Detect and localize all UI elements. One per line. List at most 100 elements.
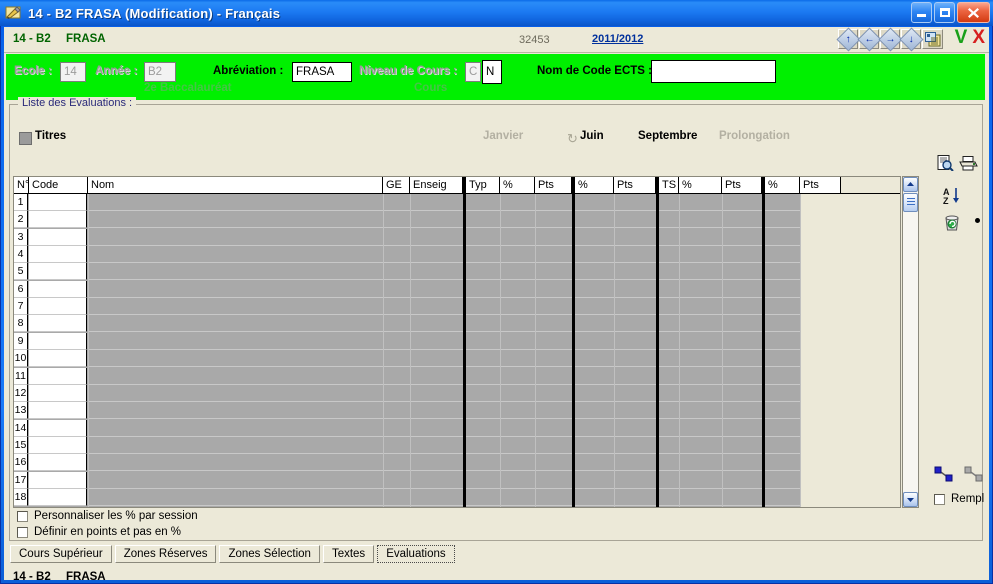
school-year-link[interactable]: 2011/2012 (592, 33, 643, 45)
grid-cell-code[interactable] (29, 281, 87, 298)
abreviation-input[interactable] (292, 62, 352, 82)
grid-column-header-5[interactable]: Typ (463, 177, 500, 193)
grid-column-header-0[interactable]: N° (14, 177, 29, 193)
definir-checkbox[interactable] (17, 526, 28, 538)
scrollbar-thumb[interactable] (903, 193, 918, 212)
annee-input[interactable] (144, 62, 176, 82)
cancel-button[interactable]: X (972, 28, 985, 47)
grid-row-number[interactable]: 13 (14, 402, 28, 419)
grid-column-header-9[interactable]: Pts (614, 177, 656, 193)
grid-row-number[interactable]: 5 (14, 263, 28, 280)
grid-cell-code[interactable] (29, 350, 87, 367)
tab-cours-sup-rieur[interactable]: Cours Supérieur (10, 545, 112, 563)
grid-cell-code[interactable] (29, 211, 87, 228)
personnaliser-checkbox-row[interactable]: Personnaliser les % par session (17, 510, 198, 522)
sort-az-icon[interactable]: A Z (943, 186, 965, 209)
minimize-button[interactable] (911, 2, 932, 23)
definir-checkbox-row[interactable]: Définir en points et pas en % (17, 526, 181, 538)
grid-cell-code[interactable] (29, 194, 87, 211)
grid-column-header-11[interactable]: % (679, 177, 722, 193)
maximize-button[interactable] (934, 2, 955, 23)
grid-cell-code[interactable] (29, 246, 87, 263)
grid-vertical-scrollbar[interactable] (902, 176, 919, 508)
grid-row-number[interactable]: 15 (14, 437, 28, 454)
grid-cell-code[interactable] (29, 315, 87, 332)
grid-column-header-3[interactable]: GE (383, 177, 410, 193)
niveau-type-input[interactable] (482, 60, 502, 84)
rempl-checkbox-row[interactable]: Rempl (934, 493, 984, 505)
grid-row-number[interactable]: 8 (14, 315, 28, 332)
ects-input[interactable] (651, 60, 776, 83)
print-icon[interactable] (959, 156, 978, 174)
delete-trash-icon[interactable] (943, 214, 962, 235)
tab-zones-r-serves[interactable]: Zones Réserves (114, 545, 217, 563)
next-record-button[interactable]: → (877, 27, 903, 52)
grid-row-number[interactable]: 17 (14, 472, 28, 489)
grid-cell-code[interactable] (29, 454, 87, 471)
confirm-button[interactable]: V (955, 28, 968, 47)
grid-column-header-1[interactable]: Code (29, 177, 88, 193)
grid-cell-code[interactable] (29, 298, 87, 315)
grid-column-header-14[interactable]: Pts (800, 177, 841, 193)
grid-row-number[interactable]: 14 (14, 420, 28, 437)
previous-record-button[interactable]: ← (856, 27, 882, 52)
grid-row-number[interactable]: 4 (14, 246, 28, 263)
rempl-checkbox[interactable] (934, 493, 945, 505)
grid-cell-code[interactable] (29, 333, 87, 350)
grid-cell-code[interactable] (29, 489, 87, 506)
grid-row-number[interactable]: 12 (14, 385, 28, 402)
grid-column-header-8[interactable]: % (572, 177, 614, 193)
tab-bar[interactable]: Cours Supérieur Zones Réserves Zones Sélec… (10, 545, 458, 563)
grid-row-number[interactable]: 9 (14, 333, 28, 350)
column-group-juin[interactable]: Juin (580, 130, 604, 142)
grid-column-header-12[interactable]: Pts (722, 177, 762, 193)
grid-cell-code[interactable] (29, 472, 87, 489)
record-card-button[interactable] (922, 29, 943, 49)
last-record-button[interactable]: ↓ (898, 27, 924, 52)
grid-cell-code[interactable] (29, 385, 87, 402)
niveau-code-input[interactable] (465, 62, 481, 82)
title-bar[interactable]: 14 - B2 FRASA (Modification) - Français (0, 0, 993, 26)
scroll-down-button[interactable] (903, 492, 918, 507)
grid-row-number[interactable]: 3 (14, 229, 28, 246)
evaluations-grid[interactable]: N° Code Nom GE Enseig Typ% Pts% Pts TS% Pts% Pts 1… (13, 176, 901, 508)
grid-column-header-13[interactable]: % (762, 177, 800, 193)
personnaliser-checkbox[interactable] (17, 510, 28, 522)
link-inactive-icon[interactable] (964, 465, 984, 486)
grid-row-number[interactable]: 11 (14, 368, 28, 385)
grid-cell-code[interactable] (29, 263, 87, 280)
ecole-input[interactable] (60, 62, 86, 82)
grid-row-number[interactable]: 18 (14, 489, 28, 506)
close-button[interactable] (957, 2, 990, 23)
grid-cell-code[interactable] (29, 402, 87, 419)
column-group-titres[interactable]: Titres (35, 130, 66, 142)
grid-row-number[interactable]: 6 (14, 281, 28, 298)
column-group-prolongation[interactable]: Prolongation (719, 130, 790, 142)
print-preview-icon[interactable] (937, 155, 954, 174)
scroll-up-button[interactable] (903, 177, 918, 192)
refresh-icon[interactable]: ↻ (567, 131, 578, 147)
tab-zones-s-lection[interactable]: Zones Sélection (219, 545, 320, 563)
grid-row-number[interactable]: 1 (14, 194, 28, 211)
link-active-icon[interactable] (934, 465, 954, 486)
grid-cell-code[interactable] (29, 229, 87, 246)
column-group-janvier[interactable]: Janvier (483, 130, 523, 142)
grid-column-header-10[interactable]: TS (656, 177, 679, 193)
grid-column-header-4[interactable]: Enseig (410, 177, 463, 193)
grid-row-number[interactable]: 2 (14, 211, 28, 228)
grid-row-number[interactable]: 16 (14, 454, 28, 471)
tab-evaluations[interactable]: Evaluations (377, 545, 455, 563)
grid-column-header-6[interactable]: % (500, 177, 535, 193)
grid-cell-code[interactable] (29, 420, 87, 437)
grid-row-divider (88, 245, 801, 246)
tab-textes[interactable]: Textes (322, 545, 375, 563)
column-group-septembre[interactable]: Septembre (638, 130, 697, 142)
first-record-button[interactable]: ↑ (835, 27, 861, 52)
grid-column-header-7[interactable]: Pts (535, 177, 572, 193)
grid-column-header-2[interactable]: Nom (88, 177, 383, 193)
grid-cell-code[interactable] (29, 437, 87, 454)
grid-row-number[interactable]: 7 (14, 298, 28, 315)
grid-body[interactable]: 1 2 3 4 5 6 7 8 9 10 11 12 13 14 15 16 17 18 (14, 194, 900, 507)
grid-cell-code[interactable] (29, 368, 87, 385)
grid-row-number[interactable]: 10 (14, 350, 28, 367)
